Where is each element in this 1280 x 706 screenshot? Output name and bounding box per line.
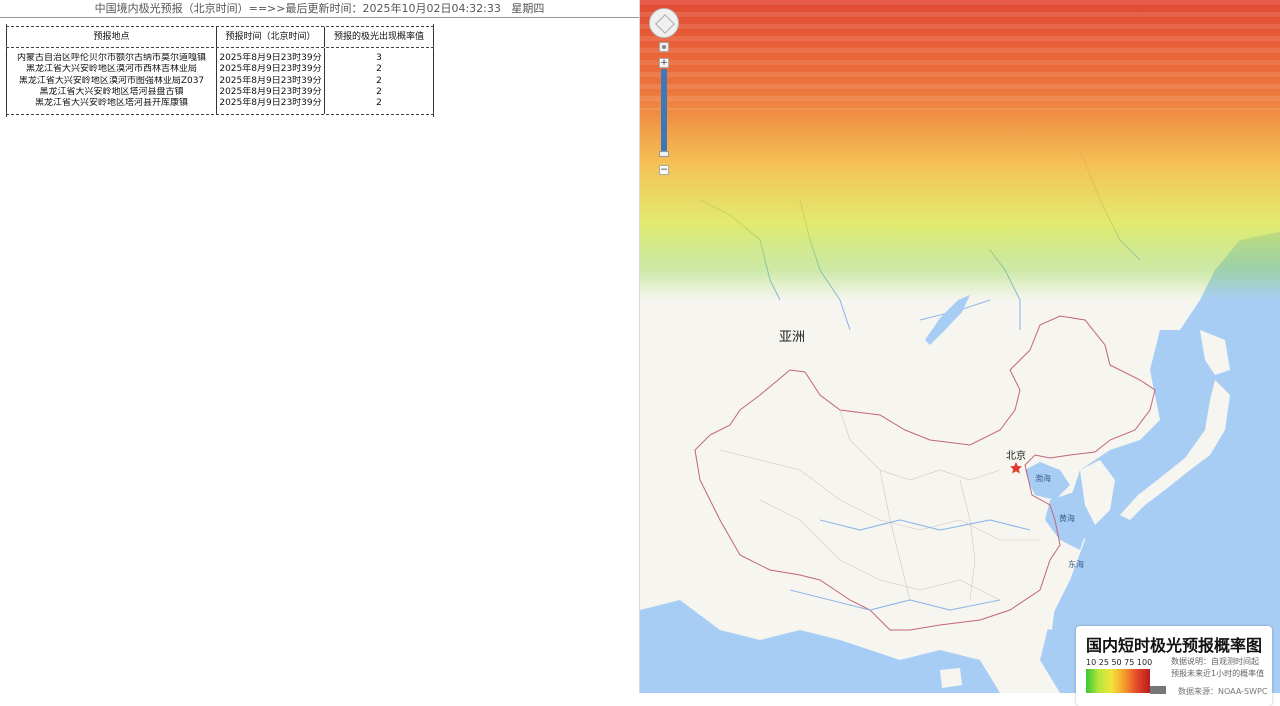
row-time: 2025年8月9日23时39分 [216, 98, 324, 110]
row-time: 2025年8月9日23时39分 [216, 53, 324, 65]
row-location: 黑龙江省大兴安岭地区塔河县开库康镇 [6, 98, 216, 110]
locate-icon [662, 45, 666, 49]
legend-note-line1: 数据说明：自观测时间起 [1171, 657, 1259, 666]
label-asia: 亚洲 [779, 330, 806, 345]
legend-note: 数据说明：自观测时间起 预报未来近1小时的概率值 [1171, 656, 1264, 680]
probability-legend: 国内短时极光预报概率图 10 25 50 75 100 数据说明：自观测时间起 … [1076, 626, 1272, 706]
row-location: 黑龙江省大兴安岭地区漠河市图强林业局Z037 [6, 75, 216, 87]
forecast-panel: 中国境内极光预报（北京时间）==>>最后更新时间：2025年10月02日04:3… [0, 0, 640, 693]
weekday-label: 星期四 [511, 2, 545, 15]
zoom-controls: + − [649, 8, 679, 178]
table-top-rule [6, 24, 434, 29]
table-row: 黑龙江省大兴安岭地区塔河县盘古镇 2025年8月9日23时39分 2 [6, 86, 434, 99]
aurora-stripes [640, 0, 1280, 110]
pan-control[interactable] [649, 8, 679, 38]
locate-button[interactable] [659, 42, 669, 52]
legend-source: 数据来源：NOAA-SWPC [1178, 687, 1268, 696]
row-value: 3 [324, 53, 434, 65]
table-row: 黑龙江省大兴安岭地区塔河县开库康镇 2025年8月9日23时39分 2 [6, 98, 434, 110]
table-header-row: 预报地点 预报时间（北京时间） 预报的极光出现概率值 [6, 27, 434, 47]
column-header-location: 预报地点 [6, 27, 216, 47]
row-value: 2 [324, 64, 434, 76]
column-header-time: 预报时间（北京时间） [216, 27, 324, 47]
legend-note-line2: 预报未来近1小时的概率值 [1171, 669, 1265, 678]
map-canvas[interactable] [640, 0, 1280, 693]
zoom-out-button[interactable]: − [659, 165, 669, 175]
table-bottom-rule [6, 112, 434, 118]
row-value: 2 [324, 75, 434, 87]
label-bohai: 渤海 [1035, 474, 1051, 483]
zoom-slider-handle[interactable] [659, 151, 669, 157]
table-header-rule [6, 45, 434, 50]
zoom-slider-track[interactable] [661, 69, 667, 153]
label-yellow-sea: 黄海 [1059, 514, 1075, 523]
table-row: 黑龙江省大兴安岭地区漠河市图强林业局Z037 2025年8月9日23时39分 2 [6, 75, 434, 87]
row-time: 2025年8月9日23时39分 [216, 75, 324, 87]
label-beijing: 北京 [1006, 451, 1026, 462]
pan-arrows-icon [655, 14, 675, 34]
legend-scale: 10 25 50 75 100 [1086, 658, 1153, 667]
legend-title: 国内短时极光预报概率图 [1086, 636, 1263, 655]
row-location: 内蒙古自治区呼伦贝尔市额尔古纳市莫尔道嘎镇 [6, 53, 216, 65]
zoom-in-button[interactable]: + [659, 58, 669, 68]
legend-color-bar [1086, 669, 1150, 693]
table-row: 黑龙江省大兴安岭地区漠河市西林吉林业局 2025年8月9日23时39分 2 [6, 64, 434, 76]
aurora-map[interactable]: 亚洲 北京 渤海 黄海 东海 [640, 0, 1280, 693]
table-row: 内蒙古自治区呼伦贝尔市额尔古纳市莫尔道嘎镇 2025年8月9日23时39分 3 [6, 53, 434, 65]
row-location: 黑龙江省大兴安岭地区漠河市西林吉林业局 [6, 64, 216, 76]
row-time: 2025年8月9日23时39分 [216, 64, 324, 76]
row-value: 2 [324, 98, 434, 110]
label-east-sea: 东海 [1068, 560, 1084, 569]
page-header: 中国境内极光预报（北京时间）==>>最后更新时间：2025年10月02日04:3… [0, 0, 639, 18]
hainan-island [940, 668, 962, 688]
page-title: 中国境内极光预报（北京时间）==>>最后更新时间：2025年10月02日04:3… [94, 2, 501, 15]
forecast-table: 预报地点 预报时间（北京时间） 预报的极光出现概率值 内蒙古自治区呼伦贝尔市额尔… [6, 24, 434, 118]
row-time: 2025年8月9日23时39分 [216, 86, 324, 99]
row-location: 黑龙江省大兴安岭地区塔河县盘古镇 [6, 86, 216, 99]
row-value: 2 [324, 86, 434, 99]
column-header-value: 预报的极光出现概率值 [324, 27, 434, 47]
